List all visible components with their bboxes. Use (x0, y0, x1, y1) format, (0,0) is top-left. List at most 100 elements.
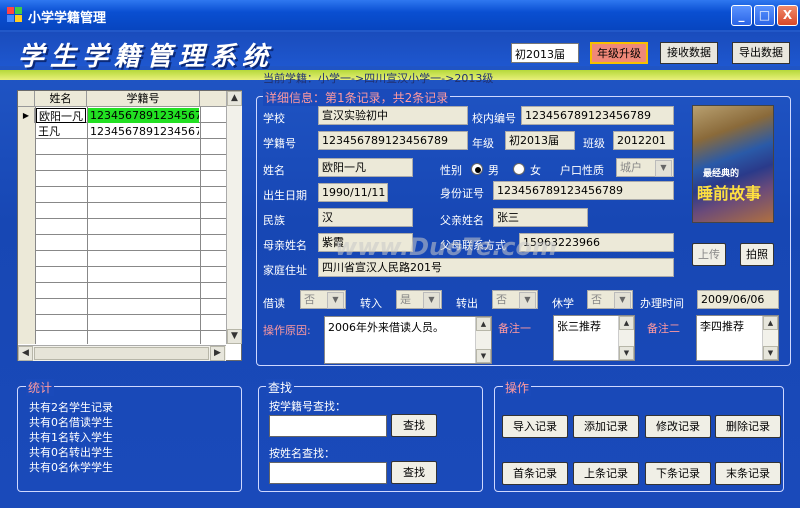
column-header-id[interactable]: 学籍号 (87, 91, 200, 107)
note1-scrollbar[interactable]: ▲ ▼ (618, 316, 634, 360)
grid-vline (35, 107, 36, 344)
grade-input[interactable]: 初2013届 (511, 43, 579, 63)
grade-label: 年级 (472, 137, 494, 150)
gender-male-radio[interactable] (471, 163, 483, 175)
maximize-button[interactable]: □ (754, 5, 775, 26)
school-no-label: 校内编号 (472, 112, 516, 125)
search-by-name-input[interactable] (269, 462, 387, 484)
minimize-button[interactable]: _ (731, 5, 752, 26)
scroll-down-icon[interactable]: ▼ (763, 346, 778, 360)
scroll-down-icon[interactable]: ▼ (476, 349, 491, 363)
scroll-up-icon[interactable]: ▲ (476, 317, 491, 331)
idcard-field[interactable]: 123456789123456789 (493, 181, 674, 200)
scroll-down-icon[interactable]: ▼ (619, 346, 634, 360)
table-cell-name[interactable]: 欧阳一凡 (36, 108, 86, 123)
receive-data-button[interactable]: 接收数据 (660, 42, 718, 64)
grade-field[interactable]: 初2013届 (505, 131, 575, 150)
suspend-select[interactable]: 否 ▼ (587, 290, 633, 309)
add-record-button[interactable]: 添加记录 (573, 415, 639, 438)
scroll-left-icon[interactable]: ◀ (18, 346, 33, 361)
scroll-up-icon[interactable]: ▲ (619, 316, 634, 330)
scroll-thumb[interactable] (34, 347, 209, 360)
search-by-no-input[interactable] (269, 415, 387, 437)
transfer-out-select[interactable]: 否 ▼ (492, 290, 538, 309)
upload-button[interactable]: 上传 (692, 243, 726, 266)
grid-lines (18, 107, 228, 344)
search-by-name-label: 按姓名查找： (269, 447, 335, 460)
prev-record-button[interactable]: 上条记录 (573, 462, 639, 485)
scroll-right-icon[interactable]: ▶ (210, 346, 225, 361)
transfer-in-value: 是 (400, 293, 411, 306)
scroll-up-icon[interactable]: ▲ (227, 91, 242, 106)
borrow-select[interactable]: 否 ▼ (300, 290, 346, 309)
name-field[interactable]: 欧阳一凡 (318, 158, 413, 177)
stat-transfer-in: 共有1名转入学生 (29, 431, 113, 444)
transfer-out-value: 否 (496, 293, 507, 306)
birth-field[interactable]: 1990/11/11 (318, 183, 388, 202)
edit-record-button[interactable]: 修改记录 (645, 415, 711, 438)
watermark: www.DuoTe.com (335, 233, 557, 261)
chevron-down-icon[interactable]: ▼ (655, 160, 672, 177)
class-field[interactable]: 2012201 (613, 131, 674, 150)
grid-vline (87, 107, 88, 344)
chevron-down-icon[interactable]: ▼ (519, 292, 536, 309)
gender-female-radio[interactable] (513, 163, 525, 175)
father-field[interactable]: 张三 (493, 208, 588, 227)
current-enrollment-label: 当前学籍：小学一->四川宣汉小学一->2013级 (263, 72, 494, 85)
note1-text: 张三推荐 (557, 320, 601, 333)
app-icon (7, 7, 22, 22)
nation-field[interactable]: 汉 (318, 208, 413, 227)
name-label: 姓名 (263, 164, 285, 177)
reason-scrollbar[interactable]: ▲ ▼ (475, 317, 491, 363)
transfer-in-select[interactable]: 是 ▼ (396, 290, 442, 309)
note2-label: 备注二 (647, 322, 680, 335)
reason-textarea[interactable]: 2006年外来借读人员。 ▲ ▼ (324, 316, 492, 364)
nation-label: 民族 (263, 214, 285, 227)
search-by-name-button[interactable]: 查找 (391, 461, 437, 484)
transfer-out-label: 转出 (456, 297, 478, 310)
app-title: 学生学籍管理系统 (18, 42, 275, 72)
current-row-marker[interactable]: ▶ (18, 108, 35, 123)
window-title: 小学学籍管理 (28, 11, 107, 26)
grid-vline (200, 107, 201, 344)
import-record-button[interactable]: 导入记录 (502, 415, 568, 438)
search-by-no-label: 按学籍号查找： (269, 400, 346, 413)
note1-textarea[interactable]: 张三推荐 ▲ ▼ (553, 315, 635, 361)
close-button[interactable]: X (777, 5, 798, 26)
column-header-name[interactable]: 姓名 (35, 91, 87, 107)
chevron-down-icon[interactable]: ▼ (327, 292, 344, 309)
upgrade-grade-button[interactable]: 年级升级 (590, 42, 648, 64)
stat-suspend: 共有0名休学学生 (29, 461, 113, 474)
scroll-up-icon[interactable]: ▲ (763, 316, 778, 330)
scroll-down-icon[interactable]: ▼ (227, 329, 242, 344)
chevron-down-icon[interactable]: ▼ (423, 292, 440, 309)
first-record-button[interactable]: 首条记录 (502, 462, 568, 485)
grid-horizontal-scrollbar[interactable]: ◀ ▶ (18, 345, 226, 361)
table-cell-name[interactable]: 王凡 (36, 124, 86, 139)
school-field[interactable]: 宣汉实验初中 (318, 106, 468, 125)
note2-scrollbar[interactable]: ▲ ▼ (762, 316, 778, 360)
row-selector-column (18, 107, 35, 344)
reason-text: 2006年外来借读人员。 (328, 321, 444, 334)
take-photo-button[interactable]: 拍照 (740, 243, 774, 266)
reason-label: 操作原因: (263, 324, 311, 337)
export-data-button[interactable]: 导出数据 (732, 42, 790, 64)
delete-record-button[interactable]: 删除记录 (715, 415, 781, 438)
table-cell-id[interactable]: 123456789123456788 (88, 124, 199, 139)
gender-female-label: 女 (530, 164, 541, 177)
hukou-select[interactable]: 城户 ▼ (616, 158, 674, 177)
idcard-label: 身份证号 (440, 187, 484, 200)
table-cell-id[interactable]: 123456789123456789 (88, 108, 199, 123)
last-record-button[interactable]: 末条记录 (715, 462, 781, 485)
chevron-down-icon[interactable]: ▼ (614, 292, 631, 309)
student-no-field[interactable]: 123456789123456789 (318, 131, 468, 150)
student-grid[interactable]: 姓名 学籍号 ▶ 欧阳一凡 123456789123456789 王凡 1234… (17, 90, 242, 361)
grid-vertical-scrollbar[interactable]: ▲ ▼ (226, 91, 242, 344)
borrow-label: 借读 (263, 297, 285, 310)
note2-textarea[interactable]: 李四推荐 ▲ ▼ (696, 315, 779, 361)
photo-caption: 最经典的 (703, 169, 740, 179)
school-no-field[interactable]: 123456789123456789 (521, 106, 674, 125)
date-field[interactable]: 2009/06/06 (697, 290, 779, 309)
search-by-no-button[interactable]: 查找 (391, 414, 437, 437)
next-record-button[interactable]: 下条记录 (645, 462, 711, 485)
